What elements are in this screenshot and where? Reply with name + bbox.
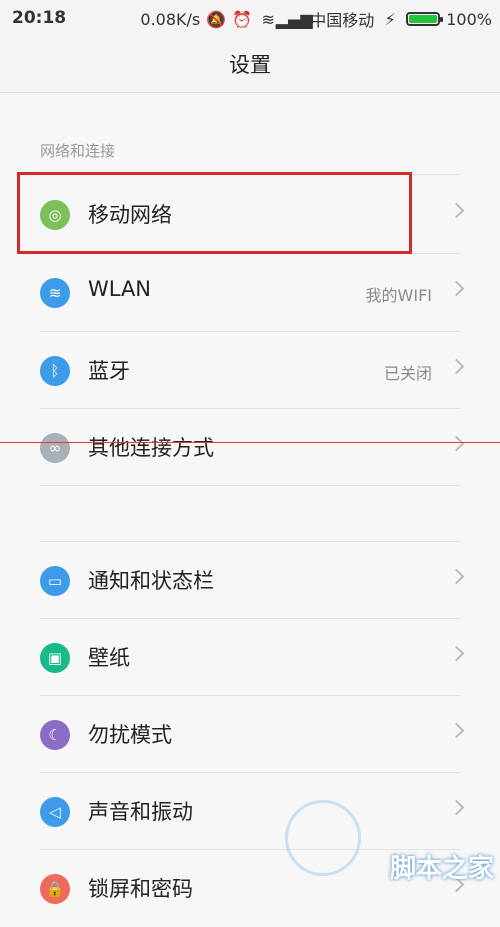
chevron-right-icon [448, 799, 465, 816]
section-label-network: 网络和连接 [40, 142, 116, 160]
settings-item-sound[interactable]: ◁ 声音和振动 [0, 774, 500, 850]
settings-item-label: 壁纸 [88, 646, 130, 670]
sound-icon: ◁ [40, 797, 70, 827]
divider [40, 772, 460, 773]
wifi-icon: ≋ [40, 278, 70, 308]
settings-item-label: 移动网络 [88, 203, 172, 227]
divider [40, 408, 460, 409]
divider [40, 174, 460, 175]
battery-level: 100% [446, 9, 492, 29]
carrier-name: 中国移动 [310, 11, 375, 30]
chevron-right-icon [448, 202, 465, 219]
divider [40, 541, 460, 542]
mobile-network-icon: ◎ [40, 200, 70, 230]
charging-icon: ⚡ [384, 9, 396, 29]
chevron-right-icon [448, 645, 465, 662]
settings-item-label: 蓝牙 [88, 359, 130, 383]
link-icon: ∞ [40, 433, 70, 463]
settings-item-label: WLAN [88, 277, 152, 301]
wallpaper-icon: ▣ [40, 643, 70, 673]
watermark-logo [285, 800, 361, 876]
mute-icon: 🔕 [206, 9, 227, 29]
alarm-icon: ⏰ [232, 9, 253, 29]
settings-item-wlan[interactable]: ≋ WLAN 我的WIFI [0, 255, 500, 331]
chevron-right-icon [448, 280, 465, 297]
divider [40, 253, 460, 254]
signal-icon: ▂▄▆ [275, 9, 313, 29]
settings-item-notifications[interactable]: ▭ 通知和状态栏 [0, 543, 500, 619]
settings-item-bluetooth[interactable]: ᛒ 蓝牙 已关闭 [0, 333, 500, 409]
status-bar: 20:18 0.08K/s 🔕 ⏰ ≋ ▂▄▆ 中国移动 ⚡ 100% [0, 0, 500, 36]
red-annotation-line [0, 442, 500, 443]
title-bar: 设置 [0, 36, 500, 93]
divider [40, 695, 460, 696]
moon-icon: ☾ [40, 720, 70, 750]
chevron-right-icon [448, 568, 465, 585]
chevron-right-icon [448, 435, 465, 452]
settings-item-label: 通知和状态栏 [88, 569, 214, 593]
chevron-right-icon [448, 722, 465, 739]
settings-item-other-connections[interactable]: ∞ 其他连接方式 [0, 410, 500, 486]
page-title: 设置 [229, 53, 271, 77]
chevron-right-icon [448, 358, 465, 375]
settings-item-mobile-network[interactable]: ◎ 移动网络 [0, 177, 500, 253]
settings-item-do-not-disturb[interactable]: ☾ 勿扰模式 [0, 697, 500, 773]
notification-icon: ▭ [40, 566, 70, 596]
watermark-text: 脚本之家 [389, 854, 494, 884]
settings-item-label: 其他连接方式 [88, 436, 214, 460]
settings-item-wallpaper[interactable]: ▣ 壁纸 [0, 620, 500, 696]
settings-item-value: 我的WIFI [365, 286, 432, 305]
status-time: 20:18 [12, 8, 67, 28]
divider [40, 485, 460, 486]
settings-item-value: 已关闭 [383, 364, 432, 383]
divider [40, 331, 460, 332]
lock-icon: 🔒 [40, 874, 70, 904]
settings-item-label: 勿扰模式 [88, 723, 172, 747]
bluetooth-icon: ᛒ [40, 356, 70, 386]
settings-item-label: 声音和振动 [88, 800, 193, 824]
network-speed: 0.08K/s [140, 9, 201, 29]
battery-icon [406, 12, 444, 26]
settings-item-label: 锁屏和密码 [88, 877, 193, 901]
divider [40, 618, 460, 619]
status-right: 0.08K/s 🔕 ⏰ ≋ ▂▄▆ 中国移动 ⚡ 100% [140, 7, 492, 31]
